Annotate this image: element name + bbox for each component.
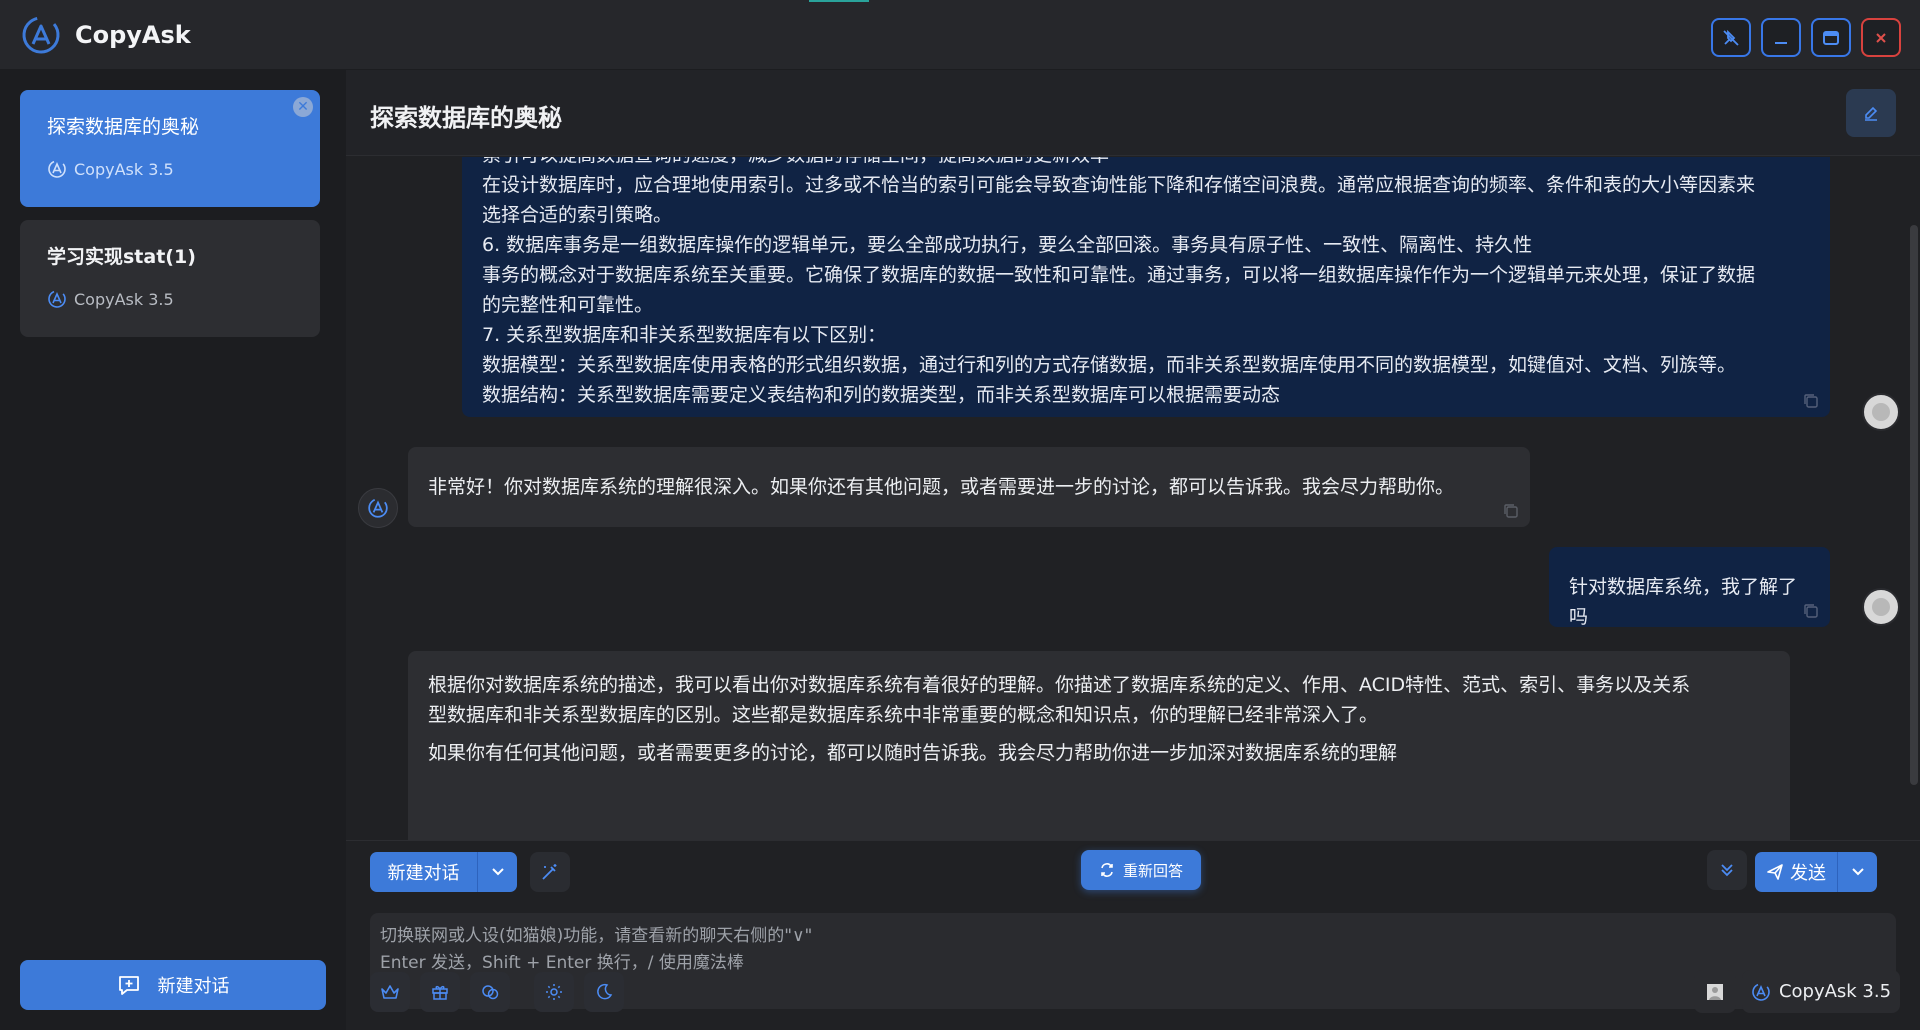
drag-indicator	[809, 0, 869, 2]
send-split-button: 发送	[1755, 852, 1877, 892]
copy-icon[interactable]	[1802, 392, 1820, 410]
new-chat-label: 新建对话	[157, 976, 230, 997]
edit-icon	[1865, 106, 1878, 121]
message-scrollbar[interactable]	[1910, 225, 1918, 785]
moon-icon	[597, 983, 613, 1000]
edit-title-button[interactable]	[1846, 89, 1896, 137]
send-button[interactable]: 发送	[1755, 852, 1837, 892]
bot-avatar	[358, 488, 398, 528]
close-icon	[1876, 32, 1886, 43]
message-line: 索引可以提高数据查询的速度，减少数据的存储空间，提高数据的更新效率	[482, 157, 1810, 170]
chat-header: 探索数据库的奥秘	[346, 70, 1920, 156]
new-chat-icon	[118, 976, 139, 995]
refresh-icon	[1101, 863, 1113, 877]
user-message: 索引可以提高数据查询的速度，减少数据的存储空间，提高数据的更新效率 在设计数据库…	[462, 157, 1830, 417]
close-icon: ✕	[297, 99, 309, 115]
message-line: 的完整性和可靠性。	[482, 294, 654, 316]
chat-bubbles-icon	[482, 985, 499, 1000]
message-line: 如果你有任何其他问题，或者需要更多的讨论，都可以随时告诉我。我会尽力帮助你进一步…	[428, 742, 1398, 764]
scroll-to-bottom-button[interactable]	[1707, 850, 1747, 890]
gift-button[interactable]	[420, 972, 460, 1012]
maximize-icon	[1823, 30, 1839, 45]
copyask-logo-icon	[22, 16, 60, 54]
image-upload-button[interactable]	[1694, 970, 1736, 1013]
message-line: 数据模型：关系型数据库使用表格的形式组织数据，通过行和列的方式存储数据，而非关系…	[482, 354, 1737, 376]
conversation-model: CopyAsk 3.5	[47, 159, 293, 179]
message-line: 数据结构：关系型数据库需要定义表结构和列的数据类型，而非关系型数据库可以根据需要…	[482, 384, 1281, 406]
close-window-button[interactable]	[1861, 18, 1901, 57]
gift-icon	[432, 985, 448, 1000]
new-chat-options-button[interactable]	[477, 852, 517, 892]
new-chat-button[interactable]: 新建对话	[370, 852, 477, 892]
copy-icon[interactable]	[1502, 502, 1520, 520]
copyask-logo-icon	[368, 498, 388, 518]
settings-button[interactable]	[534, 972, 574, 1012]
message-line: 选择合适的索引策略。	[482, 204, 673, 226]
maximize-button[interactable]	[1811, 18, 1851, 57]
model-selector[interactable]: CopyAsk 3.5	[1742, 970, 1900, 1013]
pin-off-icon	[1723, 29, 1739, 46]
message-line: 型数据库和非关系型数据库的区别。这些都是数据库系统中非常重要的概念和知识点，你的…	[428, 704, 1379, 726]
magic-wand-button[interactable]	[530, 852, 570, 892]
message-line: 非常好！你对数据库系统的理解很深入。如果你还有其他问题，或者需要进一步的讨论，都…	[428, 476, 1455, 498]
message-line: 根据你对数据库系统的描述，我可以看出你对数据库系统有着很好的理解。你描述了数据库…	[428, 674, 1691, 696]
user-message: 针对数据库系统，我了解了吗	[1549, 547, 1830, 628]
chevron-down-icon	[491, 868, 504, 876]
sidebar-new-chat-button[interactable]: 新建对话	[20, 960, 326, 1010]
send-icon	[1767, 864, 1783, 880]
model-label: CopyAsk 3.5	[1778, 981, 1892, 1002]
assistant-message: 根据你对数据库系统的描述，我可以看出你对数据库系统有着很好的理解。你描述了数据库…	[408, 651, 1790, 840]
assistant-message: 非常好！你对数据库系统的理解很深入。如果你还有其他问题，或者需要进一步的讨论，都…	[408, 447, 1530, 527]
regenerate-button[interactable]: 重新回答	[1081, 850, 1201, 890]
settings-icon	[546, 984, 562, 1000]
user-avatar	[1862, 588, 1900, 626]
app-window: CopyAsk 探索数据库的奥秘 CopyAsk 3.5 ✕ 学习实现stat(…	[0, 0, 1920, 1030]
sidebar: 探索数据库的奥秘 CopyAsk 3.5 ✕ 学习实现stat(1) CopyA…	[0, 70, 346, 1030]
user-avatar	[1862, 393, 1900, 431]
message-line: 在设计数据库时，应合理地使用索引。过多或不恰当的索引可能会导致查询性能下降和存储…	[482, 174, 1756, 196]
conversation-model: CopyAsk 3.5	[47, 289, 293, 309]
app-name: CopyAsk	[75, 21, 191, 49]
minimize-button[interactable]	[1761, 18, 1801, 57]
community-button[interactable]	[470, 972, 510, 1012]
crown-icon	[381, 985, 399, 999]
title-bar: CopyAsk	[0, 0, 1920, 70]
copyask-model-icon	[1752, 982, 1770, 1001]
message-list[interactable]: 索引可以提高数据查询的速度，减少数据的存储空间，提高数据的更新效率 在设计数据库…	[346, 157, 1920, 840]
send-label: 发送	[1790, 863, 1826, 884]
copy-icon[interactable]	[1802, 602, 1820, 620]
image-icon	[1707, 983, 1723, 1000]
double-chevron-down-icon	[1721, 864, 1733, 877]
chat-panel: 探索数据库的奥秘 索引可以提高数据查询的速度，减少数据的存储空间，提高数据的更新…	[346, 70, 1920, 1030]
theme-toggle-button[interactable]	[584, 972, 624, 1012]
conversation-title: 学习实现stat(1)	[47, 246, 196, 268]
chevron-down-icon	[1851, 868, 1864, 876]
conversation-item-active[interactable]: 探索数据库的奥秘 CopyAsk 3.5 ✕	[20, 90, 320, 207]
unpin-button[interactable]	[1711, 18, 1751, 57]
message-line: 事务的概念对于数据库系统至关重要。它确保了数据库的数据一致性和可靠性。通过事务，…	[482, 264, 1756, 286]
message-line: 7. 关系型数据库和非关系型数据库有以下区别：	[482, 324, 887, 346]
send-options-button[interactable]	[1837, 852, 1877, 892]
message-line: 针对数据库系统，我了解了吗	[1569, 576, 1798, 628]
premium-button[interactable]	[370, 972, 410, 1012]
conversation-model-label: CopyAsk 3.5	[74, 159, 174, 179]
bottom-toolbar: CopyAsk 3.5	[346, 962, 1920, 1030]
input-placeholder-line: 切换联网或人设(如猫娘)功能，请查看新的聊天右侧的"∨"	[380, 926, 813, 946]
conversation-item[interactable]: 学习实现stat(1) CopyAsk 3.5	[20, 220, 320, 337]
chat-title: 探索数据库的奥秘	[370, 104, 562, 132]
new-chat-split-button: 新建对话	[370, 852, 517, 892]
conversation-title: 探索数据库的奥秘	[47, 116, 200, 138]
copyask-model-icon	[48, 160, 66, 178]
minimize-icon	[1775, 41, 1787, 44]
regenerate-label: 重新回答	[1122, 861, 1183, 880]
copyask-model-icon	[48, 290, 66, 308]
magic-wand-icon	[542, 864, 557, 880]
message-line: 6. 数据库事务是一组数据库操作的逻辑单元，要么全部成功执行，要么全部回滚。事务…	[482, 234, 1533, 256]
delete-conversation-button[interactable]: ✕	[293, 97, 313, 117]
conversation-model-label: CopyAsk 3.5	[74, 289, 174, 309]
